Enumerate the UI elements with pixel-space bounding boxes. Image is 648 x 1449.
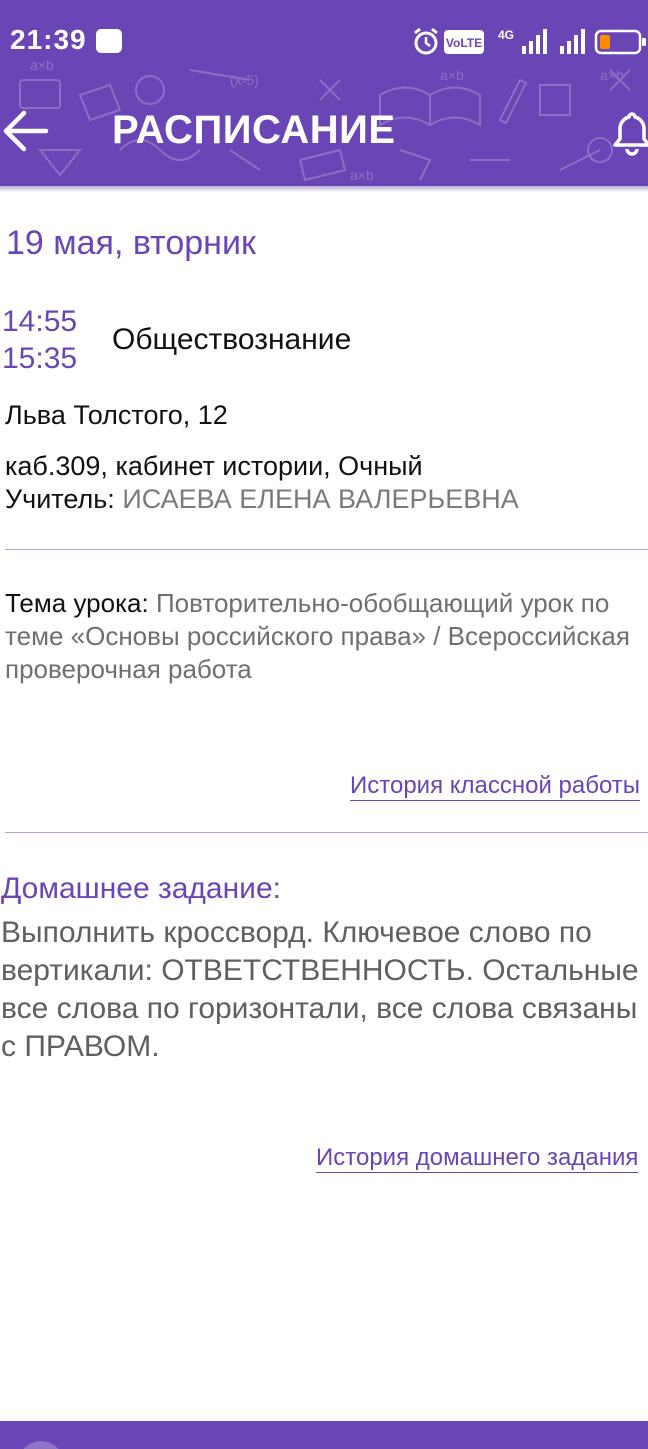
lesson-teacher: Учитель: ИСАЕВА ЕЛЕНА ВАЛЕРЬЕВНА [5,484,519,515]
lesson-room: каб.309, кабинет истории, Очный [5,451,423,481]
topic-label: Тема урока: [5,588,149,618]
alarm-icon [414,27,438,55]
status-icons: VoLTE 4G [414,27,646,55]
svg-text:(x-5): (x-5) [230,72,259,88]
svg-text:a×b: a×b [440,67,464,83]
volte-icon: VoLTE [444,30,484,54]
divider [5,549,648,550]
floating-button[interactable] [18,1441,64,1449]
bottom-bar [0,1421,648,1449]
homework-text: Выполнить кроссворд. Ключевое слово по в… [1,916,639,1063]
homework-heading: Домашнее задание: [1,872,281,905]
signal-4g-icon: 4G [498,28,547,54]
svg-text:a×b: a×b [600,67,624,83]
app-header: (x-5) a×b a×b a×b a×b 21:39 VoLTE 4G РАС… [0,0,648,186]
homework-history-link[interactable]: История домашнего задания [316,1144,639,1173]
page-title: РАСПИСАНИЕ [112,108,396,152]
class-history-link[interactable]: История классной работы [350,772,641,801]
signal-icon [560,29,585,54]
bell-icon[interactable] [612,108,648,156]
lesson-address: Льва Толстого, 12 [5,400,228,430]
svg-text:a×b: a×b [30,57,54,73]
svg-text:VoLTE: VoLTE [446,36,482,50]
divider [5,832,648,833]
lesson-date: 19 мая, вторник [6,224,256,262]
lesson-time-end: 15:35 [2,342,78,375]
status-time: 21:39 [10,24,87,55]
svg-text:4G: 4G [498,28,514,42]
svg-text:a×b: a×b [350,167,374,183]
battery-low-icon [594,29,646,55]
schedule-screen: (x-5) a×b a×b a×b a×b 21:39 VoLTE 4G РАС… [0,0,648,1449]
header-shadow [0,186,648,192]
back-arrow-icon[interactable] [0,108,52,154]
teacher-label: Учитель: [5,484,115,514]
lesson-subject: Обществознание [112,323,352,356]
app-notification-icon [96,29,122,53]
lesson-time-start: 14:55 [2,305,78,338]
teacher-name: ИСАЕВА ЕЛЕНА ВАЛЕРЬЕВНА [122,484,519,514]
lesson-topic: Тема урока: Повторительно-обобщающий уро… [5,587,645,686]
